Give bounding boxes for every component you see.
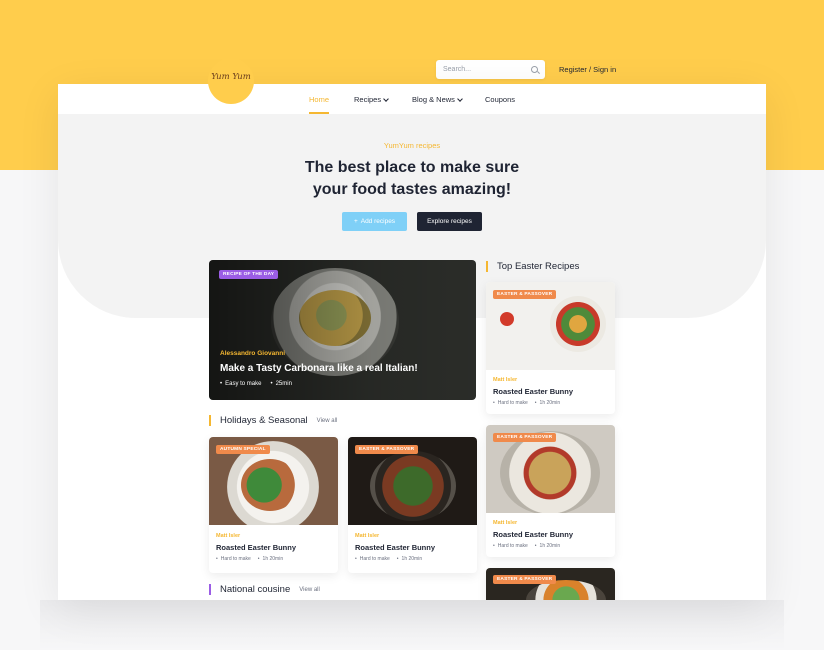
recipe-author[interactable]: Matt Isler	[493, 520, 517, 526]
section-title: Top Easter Recipes	[497, 261, 580, 272]
section-title: National cousine	[220, 584, 291, 595]
recipe-title[interactable]: Roasted Easter Bunny	[493, 387, 573, 396]
featured-title[interactable]: Make a Tasty Carbonara like a real Itali…	[220, 363, 418, 374]
chevron-down-icon	[383, 95, 389, 102]
logo-text: Yum Yum	[211, 72, 251, 82]
recipe-meta: Hard to make 1h 20min	[216, 556, 283, 562]
recipe-author[interactable]: Matt Isler	[493, 377, 517, 383]
recipe-time: 1h 20min	[258, 556, 284, 562]
nav-item-label: Coupons	[485, 95, 516, 104]
add-recipes-label: Add recipes	[360, 218, 396, 225]
recipe-card[interactable]: EASTER & PASSOVER Matt Isler Roasted Eas…	[348, 437, 477, 573]
section-national-header: National cousine View all	[209, 584, 320, 595]
nav-item-home[interactable]: Home	[309, 95, 329, 104]
category-badge: EASTER & PASSOVER	[493, 290, 557, 299]
nav-item-blog-news[interactable]: Blog & News	[412, 95, 463, 104]
nav-item-label: Blog & News	[412, 95, 455, 104]
recipe-meta: Hard to make 1h 20min	[493, 543, 560, 549]
section-accent-bar	[486, 261, 488, 272]
recipe-image	[486, 568, 615, 600]
recipe-meta: Hard to make 1h 20min	[493, 400, 560, 406]
category-badge: EASTER & PASSOVER	[493, 575, 557, 584]
recipe-time: 1h 20min	[535, 400, 561, 406]
section-accent-bar	[209, 415, 211, 426]
register-signin-link[interactable]: Register / Sign in	[559, 65, 616, 74]
nav-item-recipes[interactable]: Recipes	[354, 95, 389, 104]
hero-eyebrow: YumYum recipes	[383, 141, 441, 150]
page-container: Home Recipes Blog & News Coupons YumYum …	[58, 84, 766, 600]
explore-recipes-label: Explore recipes	[427, 218, 472, 225]
recipe-difficulty: Hard to make	[493, 400, 528, 406]
featured-time: 25min	[270, 381, 292, 387]
recipe-author[interactable]: Matt Isler	[216, 533, 240, 539]
recipe-difficulty: Hard to make	[355, 556, 390, 562]
section-title: Holidays & Seasonal	[220, 415, 308, 426]
recipe-time: 1h 20min	[397, 556, 423, 562]
featured-overlay	[209, 260, 476, 400]
food-image	[370, 451, 456, 521]
food-image	[500, 431, 600, 513]
featured-recipe-card[interactable]: RECIPE OF THE DAY Alessandro Giovanni Ma…	[209, 260, 476, 400]
nav-item-label: Home	[309, 95, 330, 104]
recipe-author[interactable]: Matt Isler	[355, 533, 379, 539]
category-badge: EASTER & PASSOVER	[493, 433, 557, 442]
view-all-link[interactable]: View all	[299, 587, 320, 593]
recipe-card[interactable]: EASTER & PASSOVER	[486, 568, 615, 600]
tomato-image	[500, 312, 514, 326]
hero-headline: The best place to make sure your food ta…	[58, 157, 766, 201]
main-nav: Home Recipes Blog & News Coupons	[58, 84, 766, 114]
nav-item-label: Recipes	[354, 95, 382, 104]
featured-meta: Easy to make 25min	[220, 381, 292, 387]
plus-icon: +	[353, 218, 358, 225]
add-recipes-button[interactable]: + Add recipes	[342, 212, 407, 231]
recipe-time: 1h 20min	[535, 543, 561, 549]
hero-headline-line-1: The best place to make sure	[304, 159, 520, 176]
recipe-meta: Hard to make 1h 20min	[355, 556, 422, 562]
food-image	[241, 459, 299, 511]
featured-author[interactable]: Alessandro Giovanni	[220, 350, 285, 357]
recipe-difficulty: Hard to make	[216, 556, 251, 562]
recipe-difficulty: Hard to make	[493, 543, 528, 549]
hero-headline-line-2: your food tastes amazing!	[312, 181, 512, 198]
logo[interactable]: Yum Yum	[208, 58, 254, 104]
search-placeholder: Search...	[443, 66, 472, 73]
view-all-link[interactable]: View all	[317, 418, 338, 424]
recipe-card[interactable]: EASTER & PASSOVER Matt Isler Roasted Eas…	[486, 282, 615, 414]
explore-recipes-button[interactable]: Explore recipes	[417, 212, 482, 231]
nav-item-coupons[interactable]: Coupons	[485, 95, 515, 104]
chevron-down-icon	[457, 95, 463, 102]
page-shadow	[40, 600, 784, 650]
category-badge: EASTER & PASSOVER	[355, 445, 419, 454]
section-top-easter-header: Top Easter Recipes	[486, 261, 579, 272]
recipe-of-day-badge: RECIPE OF THE DAY	[219, 270, 279, 279]
featured-difficulty: Easy to make	[220, 381, 261, 387]
section-accent-bar	[209, 584, 211, 595]
category-badge: AUTUMN SPECIAL	[216, 445, 270, 454]
recipe-card[interactable]: EASTER & PASSOVER Matt Isler Roasted Eas…	[486, 425, 615, 557]
search-input[interactable]: Search...	[436, 60, 545, 79]
food-image	[550, 296, 606, 352]
search-icon[interactable]	[531, 66, 538, 73]
recipe-title[interactable]: Roasted Easter Bunny	[355, 543, 435, 552]
nav-active-indicator	[309, 112, 329, 114]
section-holidays-header: Holidays & Seasonal View all	[209, 415, 337, 426]
recipe-title[interactable]: Roasted Easter Bunny	[216, 543, 296, 552]
recipe-title[interactable]: Roasted Easter Bunny	[493, 530, 573, 539]
recipe-card[interactable]: AUTUMN SPECIAL Matt Isler Roasted Easter…	[209, 437, 338, 573]
